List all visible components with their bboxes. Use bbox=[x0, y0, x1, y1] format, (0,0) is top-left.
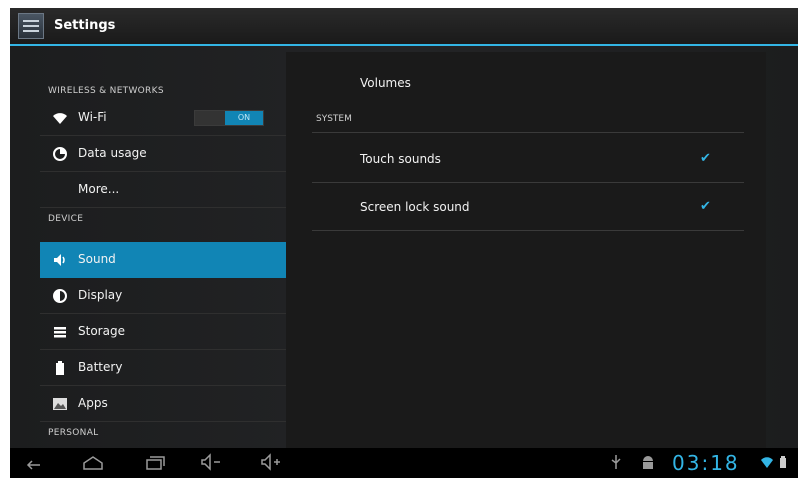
touch-sounds-label: Touch sounds bbox=[360, 152, 441, 166]
volume-down-icon[interactable] bbox=[200, 452, 226, 477]
sidebar-item-label: Battery bbox=[78, 360, 123, 374]
wifi-signal-icon bbox=[760, 452, 774, 477]
settings-sidebar: WIRELESS & NETWORKS Wi-Fi ON Data usage … bbox=[40, 46, 286, 448]
data-usage-icon bbox=[52, 146, 68, 162]
tablet-screen: Settings WIRELESS & NETWORKS Wi-Fi ON Da… bbox=[10, 8, 798, 478]
system-navigation-bar: 03:18 bbox=[10, 448, 798, 478]
category-header-personal: PERSONAL bbox=[48, 428, 99, 438]
divider bbox=[312, 230, 744, 231]
screen-lock-sound-checkbox[interactable]: ✔ bbox=[700, 200, 714, 213]
settings-content: WIRELESS & NETWORKS Wi-Fi ON Data usage … bbox=[10, 46, 798, 448]
storage-icon bbox=[52, 324, 68, 340]
speaker-icon bbox=[52, 252, 68, 268]
sidebar-item-wifi[interactable]: Wi-Fi ON bbox=[40, 100, 286, 136]
sidebar-item-sound[interactable]: Sound bbox=[40, 242, 286, 278]
divider bbox=[312, 132, 744, 133]
toggle-state: ON bbox=[225, 111, 263, 125]
battery-status-icon bbox=[778, 452, 788, 477]
sidebar-item-display[interactable]: Display bbox=[40, 278, 286, 314]
recent-apps-icon[interactable] bbox=[144, 452, 166, 477]
back-icon[interactable] bbox=[24, 452, 44, 477]
sidebar-item-apps[interactable]: Apps bbox=[40, 386, 286, 422]
sidebar-item-label: Data usage bbox=[78, 146, 147, 160]
android-debug-icon bbox=[640, 452, 656, 477]
wifi-icon bbox=[52, 110, 68, 126]
screen-lock-sound-label: Screen lock sound bbox=[360, 200, 470, 214]
action-bar: Settings bbox=[10, 8, 798, 46]
sidebar-item-storage[interactable]: Storage bbox=[40, 314, 286, 350]
apps-icon bbox=[52, 396, 68, 412]
sidebar-item-data-usage[interactable]: Data usage bbox=[40, 136, 286, 172]
volumes-item[interactable]: Volumes bbox=[360, 76, 411, 90]
sidebar-item-label: More... bbox=[78, 182, 120, 196]
sidebar-item-more[interactable]: More... bbox=[40, 172, 286, 208]
sound-settings-pane: Volumes SYSTEM Touch sounds ✔ Screen loc… bbox=[286, 52, 766, 448]
sidebar-item-label: Apps bbox=[78, 396, 108, 410]
display-brightness-icon bbox=[52, 288, 68, 304]
divider bbox=[312, 182, 744, 183]
page-title: Settings bbox=[54, 18, 116, 33]
settings-app-icon[interactable] bbox=[18, 13, 44, 39]
sidebar-item-label: Display bbox=[78, 288, 123, 302]
battery-icon bbox=[52, 360, 68, 376]
category-header-system: SYSTEM bbox=[316, 114, 352, 124]
sidebar-item-label: Wi-Fi bbox=[78, 110, 107, 124]
category-header-device: DEVICE bbox=[48, 214, 84, 224]
sidebar-item-battery[interactable]: Battery bbox=[40, 350, 286, 386]
status-clock: 03:18 bbox=[672, 451, 740, 475]
category-header-wireless: WIRELESS & NETWORKS bbox=[48, 86, 164, 96]
sidebar-item-label: Storage bbox=[78, 324, 125, 338]
usb-icon bbox=[610, 452, 622, 477]
wifi-toggle[interactable]: ON bbox=[194, 110, 264, 126]
sidebar-item-label: Sound bbox=[78, 252, 116, 266]
touch-sounds-checkbox[interactable]: ✔ bbox=[700, 152, 714, 165]
volume-up-icon[interactable] bbox=[260, 452, 286, 477]
home-icon[interactable] bbox=[82, 452, 104, 477]
